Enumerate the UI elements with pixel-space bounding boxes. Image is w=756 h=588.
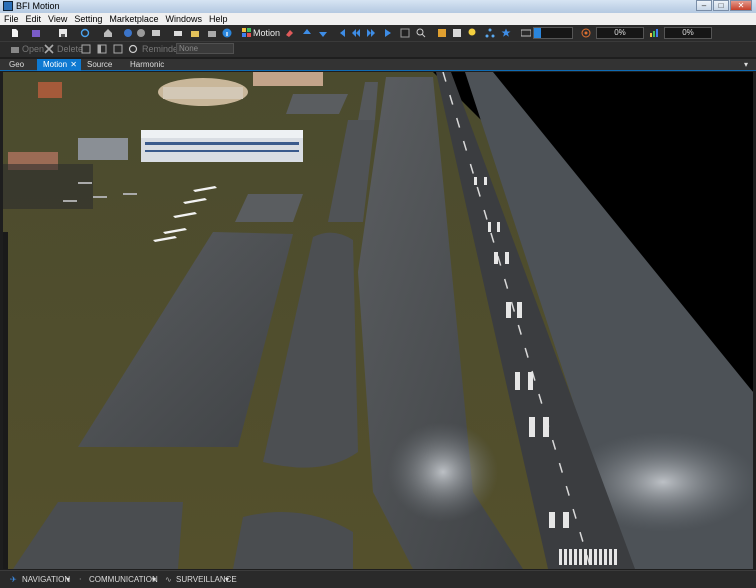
secondary-toolbar: Open Delete Reminder None [0,42,756,57]
calendar-icon[interactable] [452,28,462,38]
minimize-button[interactable]: – [696,0,712,11]
lightbulb-icon[interactable] [467,28,477,38]
title-bar: BFI Motion – □ ✕ [0,0,756,13]
tab-source[interactable]: Source [87,59,112,71]
maximize-button[interactable]: □ [713,0,729,11]
window-title: BFI Motion [16,1,60,11]
progress-field-1: 0% [596,27,644,39]
copy-icon[interactable] [81,44,91,54]
delete-icon[interactable] [44,44,54,54]
play-icon[interactable] [383,28,393,38]
reminder-select[interactable]: None [176,43,234,54]
sync-icon[interactable] [128,44,138,54]
camera-icon[interactable] [207,28,217,38]
bar-chart-icon[interactable] [649,28,659,38]
skip-start-icon[interactable] [337,28,347,38]
status-bar: ✈ NAVIGATION ▾ ⋅ COMMUNICATION ▾ ∿ SURVE… [0,570,756,588]
tab-overflow-icon[interactable]: ▾ [744,59,748,71]
folder-icon[interactable] [190,28,200,38]
keyboard-icon[interactable] [521,28,531,38]
arrow-down-icon[interactable] [318,28,328,38]
terminal-building [141,130,303,162]
tab-geo[interactable]: Geo [9,59,24,71]
eraser-icon[interactable] [284,28,294,38]
menu-setting[interactable]: Setting [70,13,105,25]
search-icon[interactable] [416,28,426,38]
dropdown-arrow-icon: ▾ [152,575,157,584]
target-icon[interactable] [581,28,591,38]
network-icon[interactable] [485,28,495,38]
navigation-menu[interactable]: NAVIGATION [22,574,70,586]
grid-select-icon[interactable] [113,44,123,54]
main-toolbar: Motion 0% 0% [0,25,756,42]
menu-bar: File Edit View Setting Marketplace Windo… [0,13,756,25]
tab-harmonic[interactable]: Harmonic [130,59,164,71]
arrow-up-icon[interactable] [302,28,312,38]
close-button[interactable]: ✕ [730,0,752,11]
dropdown-arrow-icon: ▾ [225,575,230,584]
rewind-icon[interactable] [351,28,361,38]
menu-edit[interactable]: Edit [22,13,45,25]
record-icon[interactable] [400,28,410,38]
open-button[interactable]: Open [22,43,44,55]
print-icon[interactable] [173,28,183,38]
menu-file[interactable]: File [0,13,22,25]
tab-motion-label: Motion [43,60,68,69]
satellite-icon[interactable] [136,28,146,38]
delete-button[interactable]: Delete [57,43,83,55]
open-file-icon[interactable] [10,44,20,54]
app-icon [3,1,13,11]
menu-marketplace[interactable]: Marketplace [105,13,161,25]
tab-motion[interactable]: Motion ✕ [37,59,81,71]
fast-forward-icon[interactable] [366,28,376,38]
save-icon[interactable] [58,28,68,38]
menu-help[interactable]: Help [205,13,231,25]
window-controls: – □ ✕ [695,0,752,11]
dropdown-arrow-icon: ▾ [66,575,71,584]
layers-icon[interactable] [151,28,161,38]
surveillance-icon: ∿ [165,575,172,584]
tab-bar: Geo Motion ✕ Source Harmonic ▾ [0,59,756,71]
motion-label[interactable]: Motion [253,27,280,39]
table-icon[interactable] [437,28,447,38]
refresh-icon[interactable] [80,28,90,38]
globe-icon[interactable] [123,28,133,38]
communication-icon: ⋅ [79,575,82,584]
map-3d-viewport[interactable] [3,72,753,569]
info-icon[interactable] [222,28,232,38]
communication-menu[interactable]: COMMUNICATION [89,574,158,586]
panel-icon[interactable] [97,44,107,54]
home-icon[interactable] [103,28,113,38]
open-icon[interactable] [31,28,41,38]
star-icon[interactable] [501,28,511,38]
navigation-icon: ✈ [10,575,17,584]
progress-field-2: 0% [664,27,712,39]
value-slider[interactable] [533,27,573,39]
grid-icon[interactable] [242,28,252,38]
tab-close-icon[interactable]: ✕ [70,59,77,71]
new-icon[interactable] [10,28,20,38]
menu-view[interactable]: View [44,13,70,25]
menu-windows[interactable]: Windows [161,13,205,25]
airport-scene [3,72,753,569]
